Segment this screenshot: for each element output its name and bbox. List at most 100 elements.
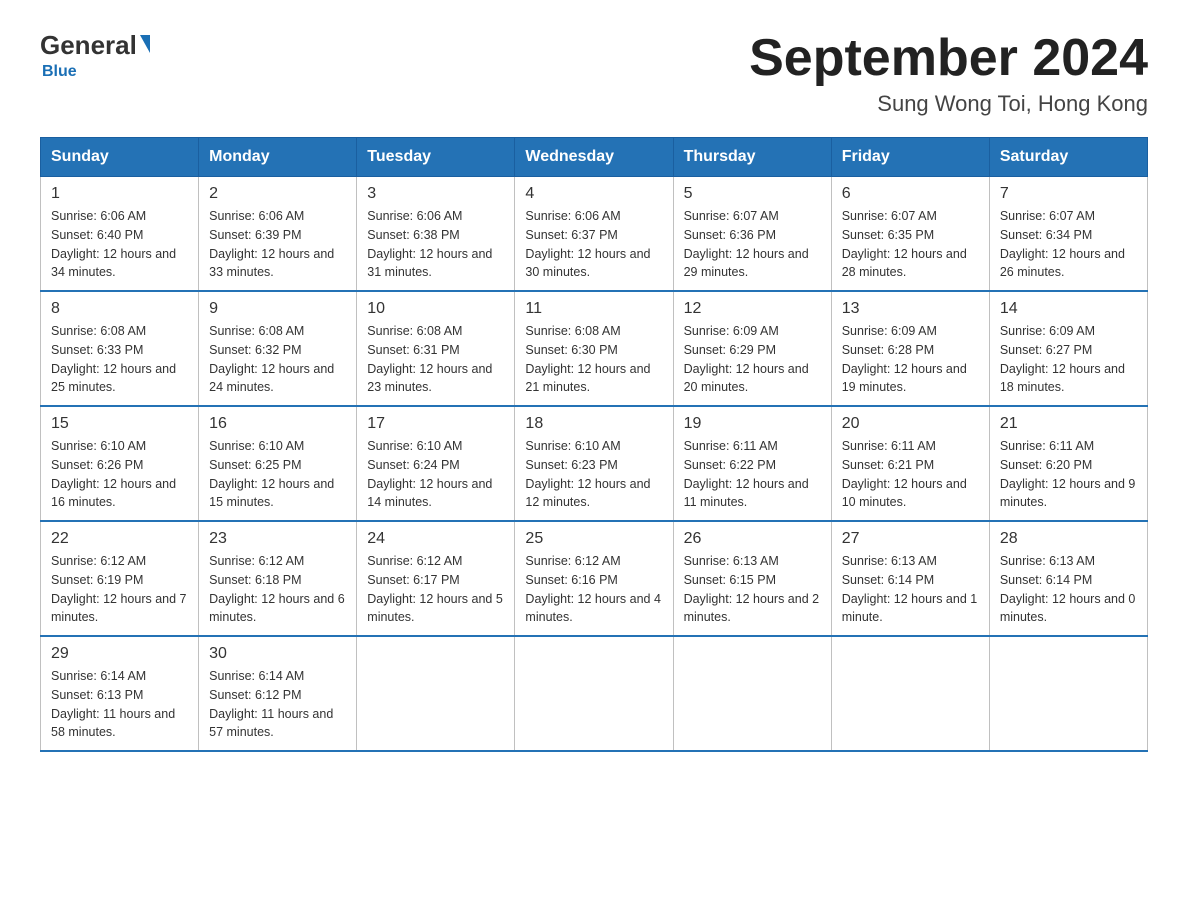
day-info: Sunrise: 6:10 AMSunset: 6:24 PMDaylight:… [367, 437, 504, 512]
day-info: Sunrise: 6:12 AMSunset: 6:17 PMDaylight:… [367, 552, 504, 627]
calendar-cell: 18 Sunrise: 6:10 AMSunset: 6:23 PMDayligh… [515, 406, 673, 521]
calendar-cell: 30Sunrise: 6:14 AMSunset: 6:12 PMDayligh… [199, 636, 357, 751]
day-info: Sunrise: 6:08 AMSunset: 6:30 PMDaylight:… [525, 322, 662, 397]
weekday-header-monday: Monday [199, 138, 357, 177]
day-info: Sunrise: 6:11 AMSunset: 6:20 PMDaylight:… [1000, 437, 1137, 512]
logo-text: General [40, 30, 150, 61]
calendar-cell: 7Sunrise: 6:07 AMSunset: 6:34 PMDaylight… [989, 177, 1147, 292]
day-number: 25 [525, 530, 662, 548]
day-number: 1 [51, 185, 188, 203]
page-header: General Blue September 2024 Sung Wong To… [40, 30, 1148, 117]
day-number: 23 [209, 530, 346, 548]
day-number: 16 [209, 415, 346, 433]
day-info: Sunrise: 6:07 AMSunset: 6:35 PMDaylight:… [842, 207, 979, 282]
day-info: Sunrise: 6:06 AMSunset: 6:40 PMDaylight:… [51, 207, 188, 282]
calendar-cell: 29 Sunrise: 6:14 AMSunset: 6:13 PMDayligh… [41, 636, 199, 751]
day-number: 10 [367, 300, 504, 318]
calendar-cell [357, 636, 515, 751]
calendar-cell: 11 Sunrise: 6:08 AMSunset: 6:30 PMDayligh… [515, 291, 673, 406]
calendar-week-row: 22Sunrise: 6:12 AMSunset: 6:19 PMDayligh… [41, 521, 1148, 636]
calendar-cell [831, 636, 989, 751]
calendar-week-row: 8 Sunrise: 6:08 AMSunset: 6:33 PMDaylight… [41, 291, 1148, 406]
logo-general: General [40, 30, 137, 61]
logo: General Blue [40, 30, 150, 81]
day-info: Sunrise: 6:06 AMSunset: 6:37 PMDaylight:… [525, 207, 662, 282]
day-number: 26 [684, 530, 821, 548]
day-info: Sunrise: 6:08 AMSunset: 6:31 PMDaylight:… [367, 322, 504, 397]
calendar-cell: 3 Sunrise: 6:06 AMSunset: 6:38 PMDaylight… [357, 177, 515, 292]
day-info: Sunrise: 6:14 AMSunset: 6:13 PMDaylight:… [51, 667, 188, 742]
day-info: Sunrise: 6:10 AMSunset: 6:23 PMDaylight:… [525, 437, 662, 512]
day-info: Sunrise: 6:13 AMSunset: 6:14 PMDaylight:… [1000, 552, 1137, 627]
weekday-header-row: SundayMondayTuesdayWednesdayThursdayFrid… [41, 138, 1148, 177]
day-number: 8 [51, 300, 188, 318]
day-number: 27 [842, 530, 979, 548]
day-number: 9 [209, 300, 346, 318]
day-info: Sunrise: 6:09 AMSunset: 6:28 PMDaylight:… [842, 322, 979, 397]
calendar-cell: 2 Sunrise: 6:06 AMSunset: 6:39 PMDaylight… [199, 177, 357, 292]
calendar-week-row: 1 Sunrise: 6:06 AMSunset: 6:40 PMDaylight… [41, 177, 1148, 292]
day-info: Sunrise: 6:06 AMSunset: 6:38 PMDaylight:… [367, 207, 504, 282]
day-info: Sunrise: 6:10 AMSunset: 6:25 PMDaylight:… [209, 437, 346, 512]
day-number: 18 [525, 415, 662, 433]
location-subtitle: Sung Wong Toi, Hong Kong [749, 91, 1148, 117]
calendar-cell: 21Sunrise: 6:11 AMSunset: 6:20 PMDayligh… [989, 406, 1147, 521]
weekday-header-friday: Friday [831, 138, 989, 177]
day-info: Sunrise: 6:11 AMSunset: 6:22 PMDaylight:… [684, 437, 821, 512]
calendar-cell: 14Sunrise: 6:09 AMSunset: 6:27 PMDayligh… [989, 291, 1147, 406]
calendar-cell [989, 636, 1147, 751]
day-info: Sunrise: 6:12 AMSunset: 6:19 PMDaylight:… [51, 552, 188, 627]
day-number: 2 [209, 185, 346, 203]
day-number: 29 [51, 645, 188, 663]
calendar-cell: 13 Sunrise: 6:09 AMSunset: 6:28 PMDayligh… [831, 291, 989, 406]
day-info: Sunrise: 6:14 AMSunset: 6:12 PMDaylight:… [209, 667, 346, 742]
day-number: 5 [684, 185, 821, 203]
logo-blue: Blue [42, 63, 77, 81]
weekday-header-wednesday: Wednesday [515, 138, 673, 177]
calendar-cell: 19 Sunrise: 6:11 AMSunset: 6:22 PMDayligh… [673, 406, 831, 521]
calendar-cell: 22Sunrise: 6:12 AMSunset: 6:19 PMDayligh… [41, 521, 199, 636]
day-number: 3 [367, 185, 504, 203]
day-number: 28 [1000, 530, 1137, 548]
weekday-header-saturday: Saturday [989, 138, 1147, 177]
day-number: 20 [842, 415, 979, 433]
day-info: Sunrise: 6:08 AMSunset: 6:33 PMDaylight:… [51, 322, 188, 397]
day-info: Sunrise: 6:06 AMSunset: 6:39 PMDaylight:… [209, 207, 346, 282]
calendar-cell: 9 Sunrise: 6:08 AMSunset: 6:32 PMDaylight… [199, 291, 357, 406]
day-number: 17 [367, 415, 504, 433]
day-number: 13 [842, 300, 979, 318]
day-number: 19 [684, 415, 821, 433]
day-info: Sunrise: 6:12 AMSunset: 6:16 PMDaylight:… [525, 552, 662, 627]
calendar-cell: 8 Sunrise: 6:08 AMSunset: 6:33 PMDaylight… [41, 291, 199, 406]
title-block: September 2024 Sung Wong Toi, Hong Kong [749, 30, 1148, 117]
day-info: Sunrise: 6:11 AMSunset: 6:21 PMDaylight:… [842, 437, 979, 512]
day-info: Sunrise: 6:13 AMSunset: 6:14 PMDaylight:… [842, 552, 979, 627]
calendar-cell: 17 Sunrise: 6:10 AMSunset: 6:24 PMDayligh… [357, 406, 515, 521]
weekday-header-sunday: Sunday [41, 138, 199, 177]
day-info: Sunrise: 6:07 AMSunset: 6:36 PMDaylight:… [684, 207, 821, 282]
calendar-cell: 23 Sunrise: 6:12 AMSunset: 6:18 PMDayligh… [199, 521, 357, 636]
day-info: Sunrise: 6:12 AMSunset: 6:18 PMDaylight:… [209, 552, 346, 627]
calendar-cell: 26 Sunrise: 6:13 AMSunset: 6:15 PMDayligh… [673, 521, 831, 636]
calendar-week-row: 15Sunrise: 6:10 AMSunset: 6:26 PMDayligh… [41, 406, 1148, 521]
calendar-cell: 27 Sunrise: 6:13 AMSunset: 6:14 PMDayligh… [831, 521, 989, 636]
day-number: 11 [525, 300, 662, 318]
day-info: Sunrise: 6:08 AMSunset: 6:32 PMDaylight:… [209, 322, 346, 397]
calendar-cell: 5 Sunrise: 6:07 AMSunset: 6:36 PMDaylight… [673, 177, 831, 292]
calendar-cell: 24Sunrise: 6:12 AMSunset: 6:17 PMDayligh… [357, 521, 515, 636]
calendar-cell: 6 Sunrise: 6:07 AMSunset: 6:35 PMDaylight… [831, 177, 989, 292]
weekday-header-thursday: Thursday [673, 138, 831, 177]
calendar-cell: 12 Sunrise: 6:09 AMSunset: 6:29 PMDayligh… [673, 291, 831, 406]
day-info: Sunrise: 6:07 AMSunset: 6:34 PMDaylight:… [1000, 207, 1137, 282]
calendar-week-row: 29 Sunrise: 6:14 AMSunset: 6:13 PMDayligh… [41, 636, 1148, 751]
day-number: 12 [684, 300, 821, 318]
calendar-cell [515, 636, 673, 751]
calendar-cell: 10 Sunrise: 6:08 AMSunset: 6:31 PMDayligh… [357, 291, 515, 406]
day-info: Sunrise: 6:13 AMSunset: 6:15 PMDaylight:… [684, 552, 821, 627]
logo-triangle-icon [140, 35, 150, 53]
day-number: 4 [525, 185, 662, 203]
calendar-table: SundayMondayTuesdayWednesdayThursdayFrid… [40, 137, 1148, 752]
weekday-header-tuesday: Tuesday [357, 138, 515, 177]
day-info: Sunrise: 6:09 AMSunset: 6:29 PMDaylight:… [684, 322, 821, 397]
day-number: 6 [842, 185, 979, 203]
